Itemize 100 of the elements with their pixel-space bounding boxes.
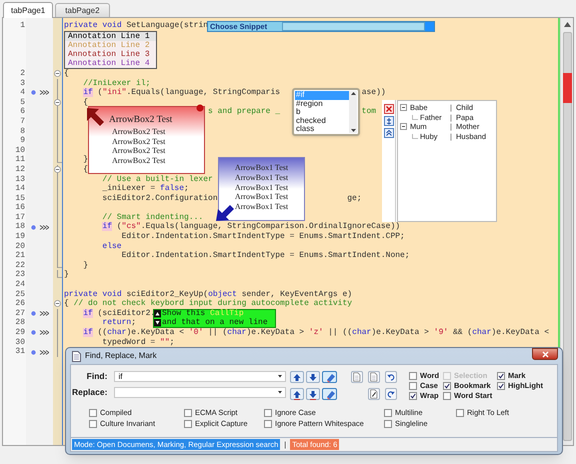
redo-button[interactable] [385, 388, 397, 400]
fold-minus-icon[interactable] [54, 98, 61, 106]
code-text: sciEditor2.Configuration [102, 194, 218, 204]
dropdown-icon[interactable] [278, 375, 282, 378]
document-button[interactable] [351, 371, 363, 383]
checkbox[interactable] [409, 382, 417, 390]
up-arrow-icon[interactable] [154, 310, 161, 318]
down-arrow-icon[interactable] [154, 318, 161, 327]
scroll-up-icon[interactable] [350, 92, 356, 95]
snippet-input-field[interactable] [282, 22, 425, 31]
code-text: (sciEditor2. [98, 308, 156, 318]
down-arrow-button[interactable] [306, 388, 320, 400]
tab[interactable]: tabPage2 [55, 3, 110, 17]
arrow-box-text: ArrowBox2 Test [111, 146, 166, 156]
eraser-button[interactable] [322, 371, 337, 383]
scroll-up-icon[interactable] [564, 22, 570, 27]
line-number: 23 [14, 270, 26, 280]
code-text: if [83, 328, 93, 338]
checkbox[interactable] [184, 420, 192, 428]
line-number: 28 [14, 318, 26, 328]
collapse-icon[interactable] [400, 104, 407, 112]
code-text: && (char)e.KeyData < [452, 328, 549, 338]
annotation-line: Annotation Line 3 [67, 50, 151, 59]
document-button[interactable] [368, 371, 380, 383]
down-arrow-icon [307, 388, 319, 400]
code-text: } [83, 155, 88, 165]
code-text: // Smart indenting... [102, 212, 204, 222]
code-text: //IniLexer il; [83, 78, 150, 88]
autocomplete-item[interactable]: #region [295, 100, 349, 108]
fold-minus-icon[interactable] [54, 166, 61, 173]
tree-connector [412, 134, 418, 140]
close-button[interactable] [532, 348, 558, 360]
checkbox[interactable] [497, 382, 505, 390]
cross-icon[interactable] [384, 104, 394, 114]
code-text: return; [102, 318, 136, 328]
pin-icon[interactable] [384, 116, 394, 126]
find-combobox[interactable]: if [114, 371, 286, 382]
checkbox[interactable] [497, 372, 505, 380]
collapse-icon[interactable] [400, 123, 407, 130]
line-number: 31 [14, 347, 26, 357]
document-icon [369, 371, 379, 383]
checkbox[interactable] [409, 372, 417, 380]
code-text: ge; [347, 194, 362, 204]
arrow-box-text: ArrowBox1 Test [234, 172, 288, 183]
dot-icon [196, 104, 204, 112]
checkbox[interactable] [184, 409, 192, 417]
fold-minus-icon[interactable] [54, 70, 61, 77]
edit-document-icon [369, 388, 379, 400]
code-text: tom [362, 107, 376, 117]
fold-minus-icon[interactable] [54, 300, 61, 308]
line-number: 26 [14, 299, 26, 309]
checkbox[interactable] [89, 420, 97, 428]
line-number: 20 [14, 242, 26, 252]
line-number: 14 [14, 184, 26, 194]
checkbox[interactable] [384, 420, 392, 428]
document-icon [352, 371, 362, 383]
checkbox[interactable] [264, 409, 272, 417]
line-number: 24 [14, 280, 26, 290]
eraser-button[interactable] [322, 388, 337, 400]
up-arrow-button[interactable] [290, 388, 304, 400]
autocomplete-list[interactable]: #if #region b checked class [292, 88, 360, 136]
dropdown-icon[interactable] [278, 391, 282, 394]
code-text: void [102, 21, 122, 31]
code-text: sciEditor2_KeyUp(object [126, 290, 237, 299]
vertical-scrollbar[interactable] [560, 18, 573, 445]
line-number: 10 [14, 146, 26, 156]
autocomplete-item[interactable]: checked [295, 116, 349, 126]
edit-document-button[interactable] [368, 388, 380, 400]
autocomplete-item[interactable]: b [295, 108, 349, 117]
arrow-box-text: ArrowBox1 Test [234, 202, 288, 212]
line-number: 6 [19, 107, 26, 117]
arrow-icon [215, 203, 235, 222]
undo-button[interactable] [385, 371, 397, 383]
double-chevron-up-icon[interactable] [384, 128, 394, 138]
checkbox[interactable] [89, 409, 97, 417]
line-number: 17 [14, 212, 26, 222]
annotation-line: Annotation Line 2 [67, 40, 151, 50]
up-arrow-button[interactable] [290, 371, 304, 383]
line-number: 11 [14, 155, 26, 165]
tab[interactable]: tabPage1 [3, 2, 54, 18]
code-text: || ((char)e.KeyData > '9' [328, 328, 448, 338]
line-number: 15 [14, 194, 26, 204]
autocomplete-item[interactable]: class [295, 125, 349, 134]
line-number: 22 [14, 260, 26, 270]
line-number: 29 [14, 328, 26, 338]
checkbox[interactable] [384, 409, 392, 417]
checkbox[interactable] [443, 392, 451, 400]
arrow-box-title: ArrowBox2 Test [109, 114, 172, 126]
scroll-down-icon[interactable] [350, 129, 356, 132]
code-text: // Use a built-in lexer [102, 174, 213, 184]
checkbox[interactable] [409, 392, 417, 400]
arrow-box-text: ArrowBox1 Test [234, 182, 288, 192]
arrow-box-text: ArrowBox2 Test [111, 156, 166, 165]
checkbox[interactable] [443, 382, 451, 390]
list-scrollbar[interactable] [349, 91, 357, 133]
down-arrow-button[interactable] [306, 371, 320, 383]
arrow-box-text: ArrowBox2 Test [111, 136, 166, 146]
checkbox[interactable] [264, 420, 272, 428]
checkbox[interactable] [456, 409, 464, 417]
code-text: ase)) [362, 88, 386, 98]
